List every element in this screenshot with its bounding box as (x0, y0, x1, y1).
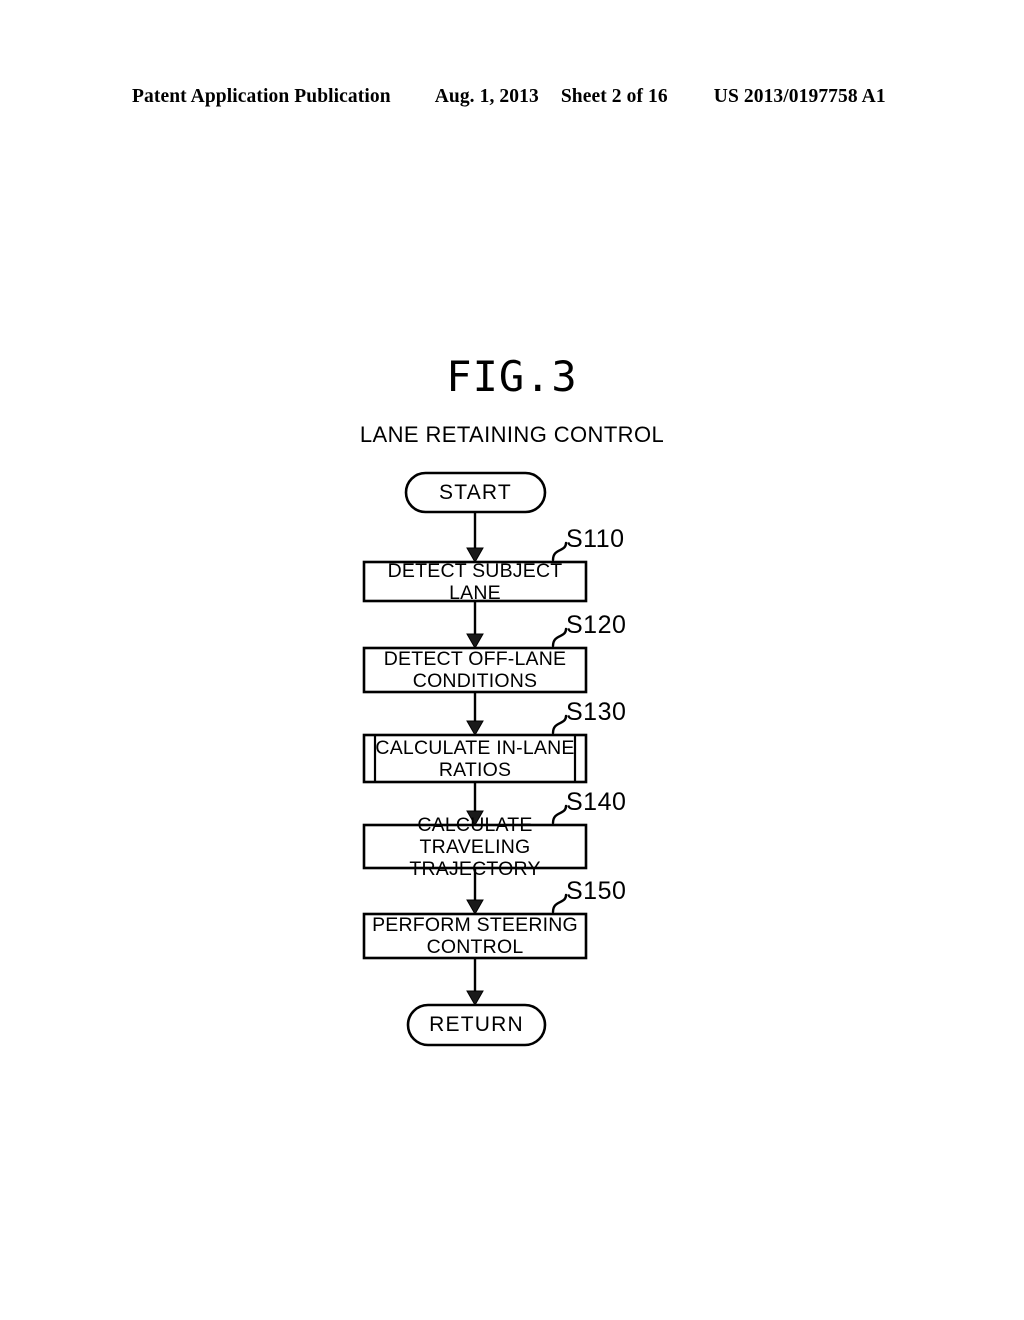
flowchart-diagram (362, 471, 588, 1047)
figure-container: FIG.3 LANE RETAINING CONTROL START DETEC… (0, 0, 1024, 1320)
leader-s110 (551, 541, 568, 562)
leader-s150 (551, 893, 568, 914)
arrowhead-s130-to-s140 (466, 810, 484, 827)
leader-s140 (551, 804, 568, 825)
arrowhead-s150-to-return (466, 990, 484, 1007)
leader-s130 (551, 714, 568, 735)
step-s110-shape (362, 560, 588, 603)
step-label-s130: S130 (566, 698, 627, 726)
step-s120-shape (362, 646, 588, 694)
arrowhead-s120-to-s130 (466, 720, 484, 737)
step-label-s110: S110 (566, 525, 625, 553)
step-label-s120: S120 (566, 611, 627, 639)
leader-s120 (551, 627, 568, 648)
step-label-s150: S150 (566, 877, 627, 905)
start-terminal-shape (404, 471, 547, 514)
arrowhead-start-to-s110 (466, 547, 484, 564)
step-s150-shape (362, 912, 588, 960)
arrowhead-s140-to-s150 (466, 899, 484, 916)
return-terminal-shape (406, 1003, 547, 1047)
step-label-s140: S140 (566, 788, 627, 816)
arrowhead-s110-to-s120 (466, 633, 484, 650)
step-s140-shape (362, 823, 588, 870)
step-s130-shape (362, 733, 588, 784)
